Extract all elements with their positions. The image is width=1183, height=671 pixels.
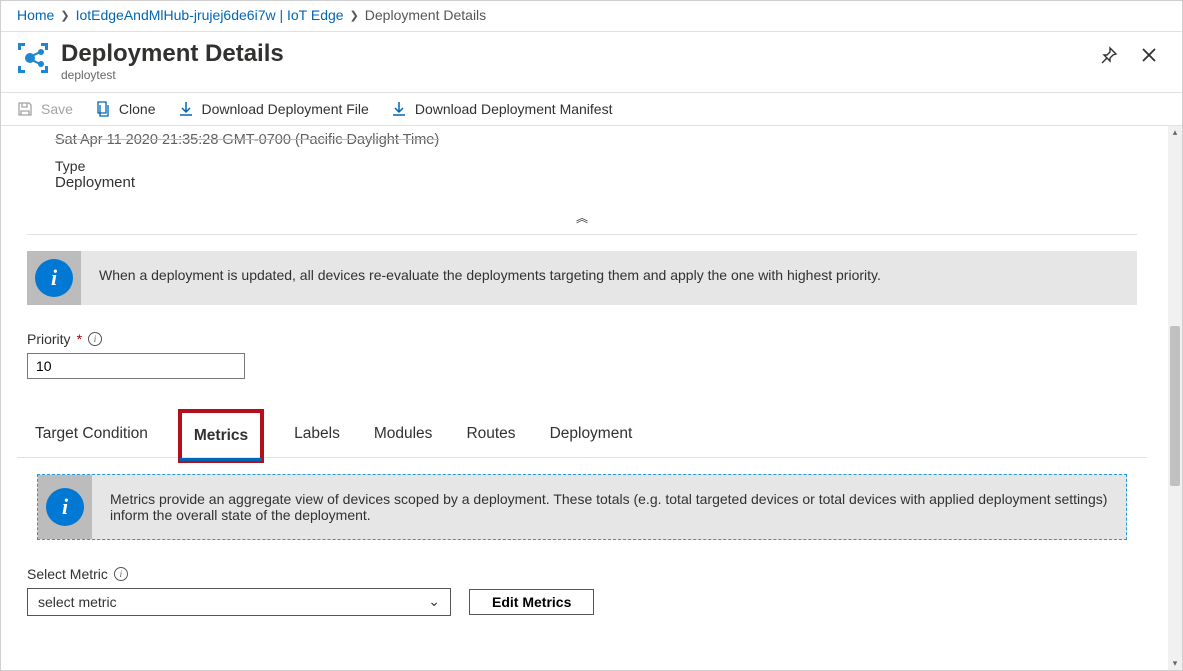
save-icon [17,101,33,117]
creation-date-value: Sat Apr 11 2020 21:35:28 GMT-0700 (Pacif… [17,126,1147,148]
info-tooltip-icon[interactable]: i [114,567,128,581]
download-deployment-file-button[interactable]: Download Deployment File [178,101,369,117]
scroll-up-icon[interactable]: ▴ [1168,126,1182,140]
tab-row: Target Condition Metrics Labels Modules … [17,405,1147,458]
download-deployment-file-label: Download Deployment File [202,101,369,117]
priority-info-box: i When a deployment is updated, all devi… [27,251,1137,305]
tab-deployment[interactable]: Deployment [548,417,635,457]
scroll-down-icon[interactable]: ▾ [1168,656,1182,670]
priority-input[interactable] [27,353,245,379]
chevron-double-up-icon: ︽ [576,211,588,225]
breadcrumb-home[interactable]: Home [17,7,54,23]
priority-label: Priority [27,331,71,347]
tab-modules[interactable]: Modules [372,417,435,457]
info-tooltip-icon[interactable]: i [88,332,102,346]
type-label: Type [55,158,1109,174]
tab-labels[interactable]: Labels [292,417,342,457]
select-metric-dropdown[interactable]: select metric ⌄ [27,588,451,616]
clone-label: Clone [119,101,156,117]
tab-routes[interactable]: Routes [464,417,517,457]
clone-icon [95,101,111,117]
scrollbar-thumb[interactable] [1170,326,1180,486]
command-bar: Save Clone Download Deployment File Down… [1,93,1182,126]
download-deployment-manifest-label: Download Deployment Manifest [415,101,613,117]
scrollbar[interactable]: ▴ ▾ [1168,126,1182,670]
select-metric-value: select metric [38,594,117,610]
tab-target-condition[interactable]: Target Condition [33,417,150,457]
resource-icon [15,40,51,76]
metrics-info-message: Metrics provide an aggregate view of dev… [92,475,1126,539]
close-button[interactable] [1138,44,1160,66]
pin-button[interactable] [1098,44,1120,66]
select-metric-label: Select Metric [27,566,108,582]
clone-button[interactable]: Clone [95,101,156,117]
priority-info-message: When a deployment is updated, all device… [81,251,1137,305]
chevron-down-icon: ⌄ [428,593,440,610]
info-icon: i [35,259,73,297]
chevron-right-icon: ❯ [60,9,69,22]
breadcrumb-current: Deployment Details [365,7,486,23]
close-icon [1140,46,1158,64]
edit-metrics-button[interactable]: Edit Metrics [469,589,594,615]
content-area: Sat Apr 11 2020 21:35:28 GMT-0700 (Pacif… [1,126,1163,670]
download-icon [178,101,194,117]
metrics-info-box: i Metrics provide an aggregate view of d… [37,474,1127,540]
save-label: Save [41,101,73,117]
download-icon [391,101,407,117]
page-subtitle: deploytest [61,68,1098,82]
breadcrumb: Home ❯ IotEdgeAndMlHub-jrujej6de6i7w | I… [1,1,1182,32]
page-title: Deployment Details [61,40,1098,68]
type-value: Deployment [55,174,1109,191]
chevron-right-icon: ❯ [350,9,359,22]
tab-metrics[interactable]: Metrics [180,411,262,461]
titlebar: Deployment Details deploytest [1,32,1182,93]
save-button[interactable]: Save [17,101,73,117]
collapse-toggle[interactable]: ︽ [17,201,1147,230]
download-deployment-manifest-button[interactable]: Download Deployment Manifest [391,101,613,117]
breadcrumb-hub[interactable]: IotEdgeAndMlHub-jrujej6de6i7w | IoT Edge [76,7,344,23]
info-icon: i [46,488,84,526]
divider [27,234,1137,235]
pin-icon [1100,46,1118,64]
required-marker: * [77,331,82,347]
